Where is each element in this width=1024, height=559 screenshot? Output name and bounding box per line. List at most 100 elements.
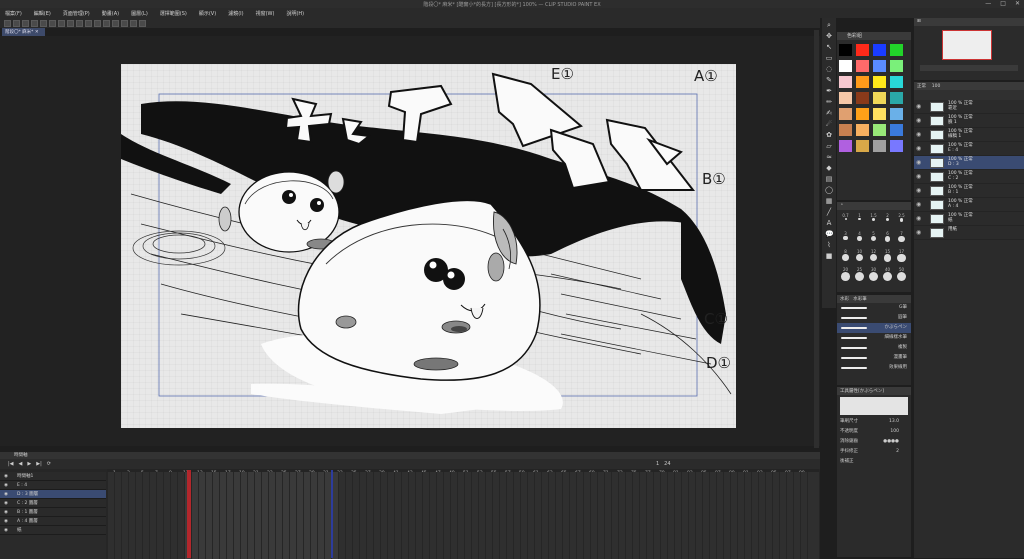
menu-edit[interactable]: 編輯(E) — [34, 10, 51, 17]
color-swatch[interactable] — [839, 76, 852, 88]
layer-name[interactable]: 100 % 正常 靠近 — [948, 101, 973, 111]
timeline-grid[interactable] — [107, 472, 819, 559]
timeline-track[interactable]: ◉ 紙 — [0, 526, 106, 535]
color-swatch[interactable] — [839, 124, 852, 136]
brush-size-option[interactable]: 7 — [895, 231, 908, 248]
color-indicator-icon[interactable]: ■ — [825, 252, 833, 260]
brush-size-option[interactable]: 4 — [853, 231, 866, 248]
frame-column[interactable] — [751, 472, 758, 559]
frame-column[interactable] — [289, 472, 296, 559]
frame-column[interactable] — [177, 472, 184, 559]
document-tab[interactable]: 階段〇* 麻米* ✕ — [2, 28, 45, 36]
eye-icon[interactable]: ◉ — [4, 526, 8, 535]
frame-column[interactable] — [457, 472, 464, 559]
brush-size-option[interactable]: 50 — [895, 267, 908, 284]
color-swatch[interactable] — [873, 60, 886, 72]
eye-icon[interactable]: ◉ — [4, 499, 8, 508]
artwork-canvas[interactable]: E① A① B① C① D① — [121, 64, 736, 428]
open-file-button[interactable] — [13, 19, 20, 27]
timeline-track[interactable]: ◉ C : 2 圖層 — [0, 499, 106, 508]
eye-icon[interactable]: ◉ — [916, 201, 921, 208]
frame-column[interactable] — [597, 472, 604, 559]
prop-row-antialias[interactable]: 消除鋸齒 ●●●● — [837, 437, 911, 447]
frame-column[interactable] — [107, 472, 114, 559]
antialias-selector[interactable]: ●●●● — [883, 437, 899, 447]
pen-icon[interactable]: ✒ — [825, 87, 833, 95]
frame-column[interactable] — [506, 472, 513, 559]
color-swatch[interactable] — [856, 60, 869, 72]
brush-size-option[interactable]: 2 — [881, 213, 894, 230]
frame-column[interactable] — [562, 472, 569, 559]
frame-column[interactable] — [114, 472, 121, 559]
frame-column[interactable] — [429, 472, 436, 559]
frame-column[interactable] — [387, 472, 394, 559]
prop-row-post-correction[interactable]: 後補正 — [837, 457, 911, 467]
menu-layer[interactable]: 圖層(L) — [131, 10, 148, 17]
layer-row[interactable]: ◉ 100 % 正常 C : 2 — [914, 170, 1024, 184]
menu-page[interactable]: 頁面管理(P) — [63, 10, 90, 17]
brush-size-option[interactable]: 40 — [881, 267, 894, 284]
play-first-button[interactable]: |◀ — [8, 461, 14, 467]
frame-column[interactable] — [695, 472, 702, 559]
fill-icon[interactable]: ◆ — [825, 164, 833, 172]
frame-column[interactable] — [737, 472, 744, 559]
timeline-track[interactable]: ◉ E : 4 — [0, 481, 106, 490]
eye-icon[interactable]: ◉ — [916, 145, 921, 152]
color-swatch[interactable] — [856, 124, 869, 136]
maximize-button[interactable]: □ — [1000, 0, 1006, 7]
frame-column[interactable] — [569, 472, 576, 559]
color-swatch[interactable] — [873, 44, 886, 56]
menu-window[interactable]: 視窗(W) — [256, 10, 275, 17]
frame-column[interactable] — [611, 472, 618, 559]
prop-row-stabilization[interactable]: 手抖修正 2 — [837, 447, 911, 457]
frame-column[interactable] — [639, 472, 646, 559]
fill-button[interactable] — [112, 19, 119, 27]
subtool-item[interactable]: かぶらペン — [837, 323, 911, 333]
eyedropper-icon[interactable]: ✎ — [825, 76, 833, 84]
frame-column[interactable] — [765, 472, 772, 559]
brush-size-option[interactable]: 30 — [867, 267, 880, 284]
frame-column[interactable] — [149, 472, 156, 559]
frame-column[interactable] — [345, 472, 352, 559]
layer-row[interactable]: ◉ 100 % 正常 D : 3 — [914, 156, 1024, 170]
eye-icon[interactable]: ◉ — [916, 103, 921, 110]
playhead[interactable] — [187, 470, 191, 558]
canvas-vertical-scrollbar[interactable] — [814, 30, 819, 448]
frame-column[interactable] — [674, 472, 681, 559]
color-swatch[interactable] — [856, 92, 869, 104]
menu-selection[interactable]: 選擇範圍(S) — [160, 10, 187, 17]
subtool-item[interactable]: 效果線用 — [837, 363, 911, 373]
layer-name[interactable]: 100 % 正常 E : 4 — [948, 143, 973, 153]
menu-animation[interactable]: 動畫(A) — [102, 10, 119, 17]
color-swatch[interactable] — [856, 76, 869, 88]
frame-column[interactable] — [275, 472, 282, 559]
layer-row[interactable]: ◉ 100 % 正常 臉 1 — [914, 114, 1024, 128]
move-icon[interactable]: ✥ — [825, 32, 833, 40]
frame-column[interactable] — [205, 472, 212, 559]
frame-column[interactable] — [625, 472, 632, 559]
loop-icon[interactable]: ⟳ — [47, 461, 51, 467]
frame-column[interactable] — [520, 472, 527, 559]
undo-button[interactable] — [31, 19, 38, 27]
paste-button[interactable] — [67, 19, 74, 27]
frame-column[interactable] — [373, 472, 380, 559]
cut-button[interactable] — [49, 19, 56, 27]
subtool-item[interactable]: 圓筆 — [837, 313, 911, 323]
subtool-tab-pen[interactable]: 水彩筆 — [853, 297, 867, 302]
frame-column[interactable] — [121, 472, 128, 559]
frame-column[interactable] — [198, 472, 205, 559]
frame-column[interactable] — [338, 472, 345, 559]
color-swatch[interactable] — [856, 44, 869, 56]
eye-icon[interactable]: ◉ — [4, 481, 8, 490]
frame-column[interactable] — [653, 472, 660, 559]
subtool-item[interactable]: 複製 — [837, 343, 911, 353]
frame-column[interactable] — [492, 472, 499, 559]
frame-column[interactable] — [702, 472, 709, 559]
frame-column[interactable] — [226, 472, 233, 559]
frame-column[interactable] — [786, 472, 793, 559]
frame-column[interactable] — [779, 472, 786, 559]
brush-size-option[interactable]: 8 — [839, 249, 852, 266]
timeline-track[interactable]: ◉ B : 1 圖層 — [0, 508, 106, 517]
color-swatch[interactable] — [873, 140, 886, 152]
brush-size-option[interactable]: 3 — [839, 231, 852, 248]
